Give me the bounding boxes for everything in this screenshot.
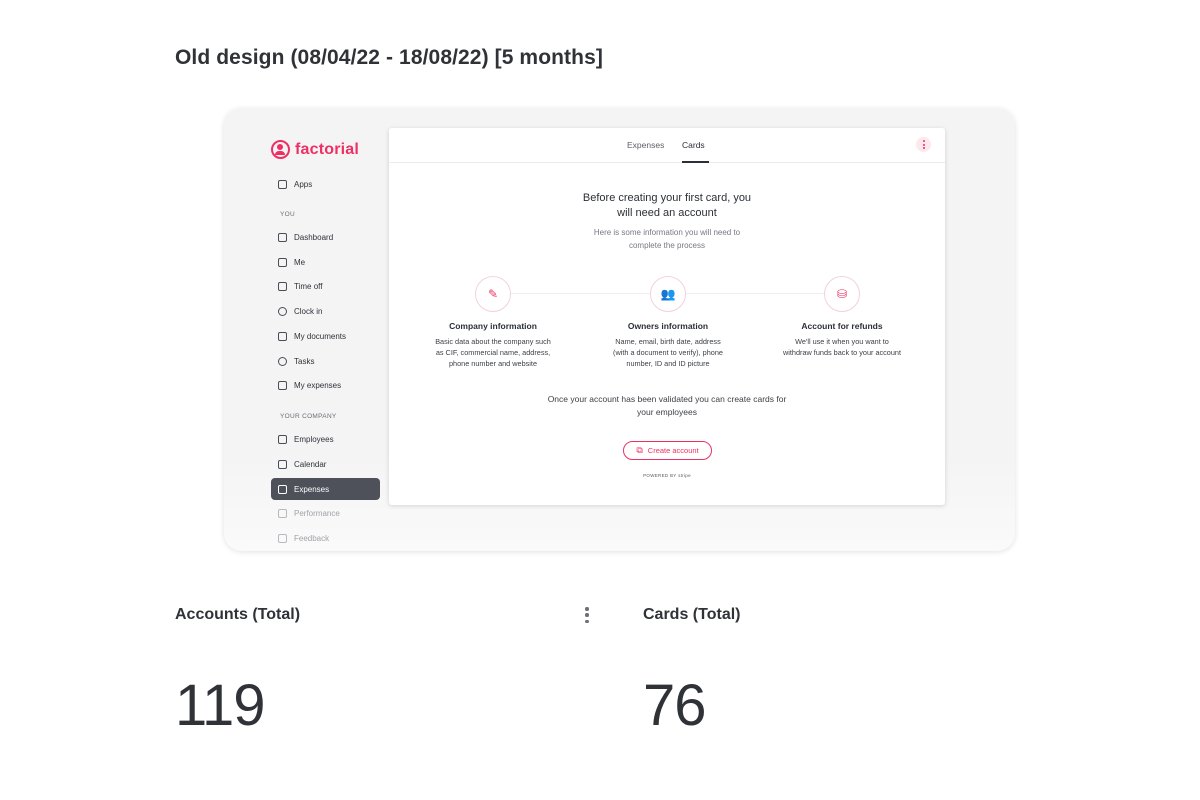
sidebar-item-expenses[interactable]: Expenses xyxy=(271,478,380,500)
presentation-icon xyxy=(278,508,287,518)
check-circle-icon xyxy=(278,356,287,366)
external-link-icon: ⧉ xyxy=(636,445,643,455)
factorial-logo: factorial xyxy=(271,140,359,159)
sidebar-item-time-off[interactable]: Time off xyxy=(271,275,380,297)
sidebar-item-calendar[interactable]: Calendar xyxy=(271,453,380,475)
sidebar-item-label: Apps xyxy=(294,179,313,189)
intro-subtitle-line: complete the process xyxy=(628,241,706,250)
sidebar-item-label: Dashboard xyxy=(294,232,334,242)
page-title: Old design (08/04/22 - 18/08/22) [5 mont… xyxy=(175,46,603,69)
intro-subtitle: Here is some information you will need t… xyxy=(389,226,945,252)
metric-label-accounts: Accounts (Total) xyxy=(175,606,301,623)
cards-onboarding-card: Expenses Cards Before creating your firs… xyxy=(389,128,945,505)
sidebar-item-label: Clock in xyxy=(294,306,323,316)
sidebar-item-employees[interactable]: Employees xyxy=(271,428,380,450)
sidebar-item-tasks[interactable]: Tasks xyxy=(271,350,380,372)
sidebar-item-apps[interactable]: Apps xyxy=(271,173,380,195)
clock-icon xyxy=(278,306,287,316)
create-account-button[interactable]: ⧉ Create account xyxy=(623,441,712,460)
active-tab-indicator xyxy=(682,161,709,163)
sidebar-item-label: Time off xyxy=(294,281,323,291)
intro-title-line: Before creating your first card, you xyxy=(582,192,752,204)
intro-subtitle-line: Here is some information you will need t… xyxy=(593,228,741,237)
create-account-label: Create account xyxy=(647,446,699,455)
step-connector xyxy=(685,293,825,294)
tab-bar: Expenses Cards xyxy=(389,128,945,163)
metric-label-cards: Cards (Total) xyxy=(643,606,741,623)
apps-icon xyxy=(278,179,287,189)
sidebar-item-label: Performance xyxy=(294,508,340,518)
validation-note: Once your account has been validated you… xyxy=(547,394,787,417)
intro-title: Before creating your first card, you wil… xyxy=(389,191,945,221)
sidebar-item-label: Tasks xyxy=(294,356,315,366)
sidebar-item-label: Feedback xyxy=(294,533,330,543)
powered-by-stripe: POWERED BY stripe xyxy=(643,473,691,478)
metric-value-accounts: 119 xyxy=(175,673,265,738)
sidebar-item-label: Me xyxy=(294,257,306,267)
step-desc-company: Basic data about the company such as CIF… xyxy=(435,337,551,368)
document-edit-icon: ✎ xyxy=(475,276,511,312)
sidebar-item-my-documents[interactable]: My documents xyxy=(271,325,380,347)
sidebar-item-feedback[interactable]: Feedback xyxy=(271,527,380,549)
logo-icon xyxy=(271,140,290,159)
step-title-company: Company information xyxy=(449,321,537,331)
step-title-owners: Owners information xyxy=(627,321,709,331)
design-screenshot: factorial Apps YOU Dashboard Me Time off… xyxy=(224,108,1015,551)
sidebar-item-label: My expenses xyxy=(294,380,342,390)
piggy-bank-icon: ⛁ xyxy=(824,276,860,312)
more-options-icon[interactable] xyxy=(916,137,931,152)
tab-expenses[interactable]: Expenses xyxy=(627,140,664,150)
sidebar-item-label: Expenses xyxy=(294,484,330,494)
sidebar-section-you: YOU xyxy=(280,211,295,218)
metric-value-cards: 76 xyxy=(643,673,707,738)
receipt-icon xyxy=(278,484,287,494)
step-desc-owners: Name, email, birth date, address (with a… xyxy=(613,337,723,368)
sidebar-item-dashboard[interactable]: Dashboard xyxy=(271,226,380,248)
sidebar-item-label: Employees xyxy=(294,434,334,444)
step-connector xyxy=(511,293,651,294)
home-icon xyxy=(278,232,287,242)
people-icon: 👥 xyxy=(650,276,686,312)
receipt-icon xyxy=(278,380,287,390)
logo-text: factorial xyxy=(295,140,360,158)
sidebar-item-me[interactable]: Me xyxy=(271,251,380,273)
sidebar-item-label: Calendar xyxy=(294,459,327,469)
more-options-icon[interactable] xyxy=(583,606,591,624)
sidebar-item-clock-in[interactable]: Clock in xyxy=(271,300,380,322)
step-desc-refunds: We'll use it when you want to withdraw f… xyxy=(782,337,902,357)
sidebar-item-label: My documents xyxy=(294,331,347,341)
sidebar-section-company: YOUR COMPANY xyxy=(280,413,337,420)
folder-icon xyxy=(278,331,287,341)
sidebar-item-performance[interactable]: Performance xyxy=(271,502,380,524)
chat-icon xyxy=(278,533,287,543)
people-icon xyxy=(278,434,287,444)
intro-title-line: will need an account xyxy=(617,207,717,219)
sidebar-item-my-expenses[interactable]: My expenses xyxy=(271,374,380,396)
beach-icon xyxy=(278,281,287,291)
calendar-icon xyxy=(278,459,287,469)
tab-cards[interactable]: Cards xyxy=(682,140,705,150)
user-icon xyxy=(278,257,287,267)
step-title-refunds: Account for refunds xyxy=(801,321,883,331)
